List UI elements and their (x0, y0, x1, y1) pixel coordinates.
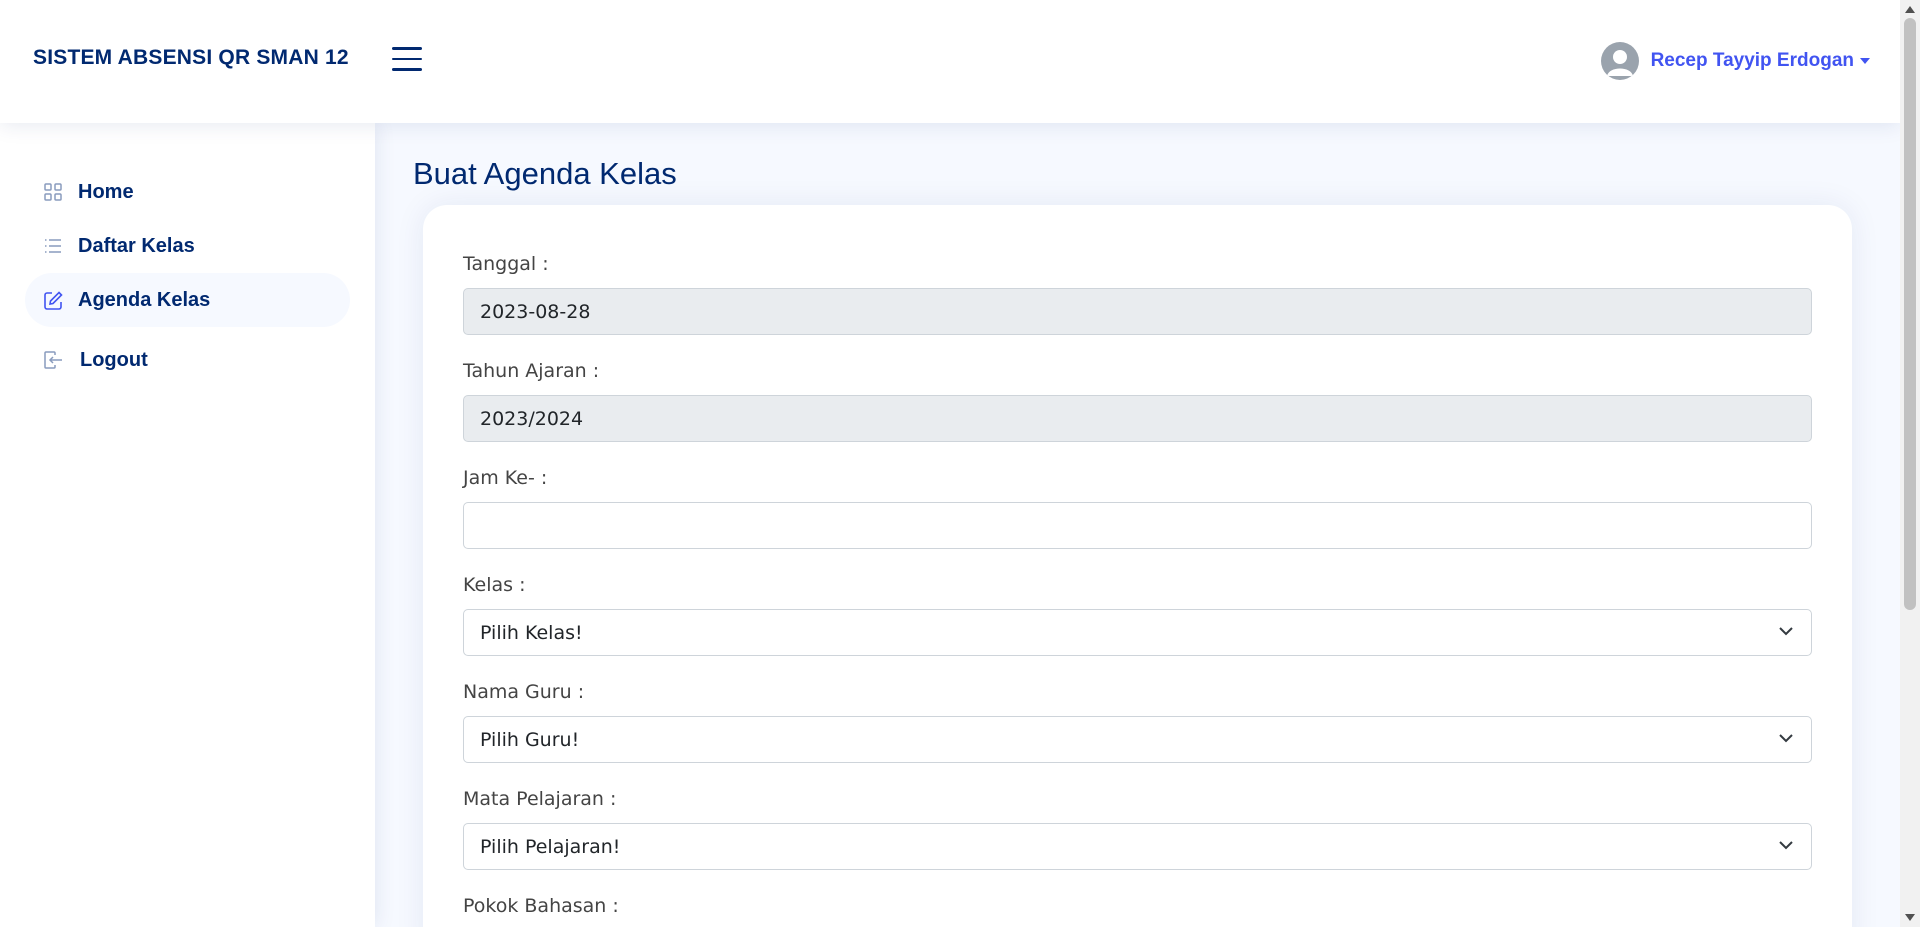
tahun-ajaran-input[interactable]: 2023/2024 (463, 395, 1812, 442)
page-scrollbar[interactable] (1900, 0, 1920, 927)
profile-name-wrapper[interactable]: Recep Tayyip Erdogan (1651, 50, 1870, 72)
field-nama-guru: Nama Guru : Pilih Guru! (463, 681, 1812, 763)
sidebar-item-agenda-kelas[interactable]: Agenda Kelas (25, 273, 350, 327)
list-icon (43, 236, 63, 256)
sidebar-item-label: Logout (80, 348, 148, 371)
edit-icon (43, 290, 63, 310)
scroll-up-arrow-icon[interactable] (1905, 6, 1915, 13)
field-tahun-ajaran: Tahun Ajaran : 2023/2024 (463, 360, 1812, 442)
chevron-down-icon (1779, 627, 1793, 636)
form-card: Tanggal : 2023-08-28 Tahun Ajaran : 2023… (423, 205, 1852, 927)
kelas-selected-value: Pilih Kelas! (480, 621, 583, 644)
sidebar-item-daftar-kelas[interactable]: Daftar Kelas (25, 219, 350, 273)
field-mata-pelajaran: Mata Pelajaran : Pilih Pelajaran! (463, 788, 1812, 870)
chevron-down-icon (1779, 734, 1793, 743)
mata-pelajaran-select[interactable]: Pilih Pelajaran! (463, 823, 1812, 870)
field-kelas: Kelas : Pilih Kelas! (463, 574, 1812, 656)
top-header: SISTEM ABSENSI QR SMAN 12 Recep Tayyip E… (0, 0, 1900, 123)
sidebar-item-logout[interactable]: Logout (25, 333, 350, 387)
nama-guru-select[interactable]: Pilih Guru! (463, 716, 1812, 763)
hamburger-icon[interactable] (392, 47, 422, 75)
tanggal-value: 2023-08-28 (480, 300, 591, 323)
logout-icon (43, 350, 63, 370)
profile-dropdown[interactable]: Recep Tayyip Erdogan (1600, 42, 1870, 80)
sidebar-item-label: Home (78, 180, 134, 203)
sidebar: Home Daftar Kelas Agenda Kelas Logout (0, 123, 375, 927)
grid-icon (43, 182, 63, 202)
sidebar-item-label: Agenda Kelas (78, 288, 211, 311)
brand-title[interactable]: SISTEM ABSENSI QR SMAN 12 (33, 46, 349, 70)
mata-pelajaran-label: Mata Pelajaran : (463, 788, 617, 810)
tahun-ajaran-label: Tahun Ajaran : (463, 360, 600, 382)
caret-down-icon (1860, 58, 1870, 64)
scroll-down-arrow-icon[interactable] (1905, 914, 1915, 921)
tanggal-label: Tanggal : (463, 253, 549, 275)
sidebar-item-home[interactable]: Home (25, 165, 350, 219)
jam-ke-label: Jam Ke- : (463, 467, 548, 489)
tahun-ajaran-value: 2023/2024 (480, 407, 584, 430)
field-jam-ke: Jam Ke- : (463, 467, 1812, 549)
user-name: Recep Tayyip Erdogan (1650, 50, 1854, 71)
tanggal-input[interactable]: 2023-08-28 (463, 288, 1812, 335)
kelas-label: Kelas : (463, 574, 526, 596)
kelas-select[interactable]: Pilih Kelas! (463, 609, 1812, 656)
pokok-bahasan-label: Pokok Bahasan : (463, 895, 619, 917)
field-pokok-bahasan: Pokok Bahasan : (463, 895, 1812, 927)
user-avatar-icon (1600, 42, 1639, 80)
scrollbar-thumb[interactable] (1904, 18, 1916, 610)
field-tanggal: Tanggal : 2023-08-28 (463, 253, 1812, 335)
sidebar-item-label: Daftar Kelas (78, 234, 195, 257)
page-title: Buat Agenda Kelas (413, 156, 677, 191)
nama-guru-label: Nama Guru : (463, 681, 585, 703)
mata-pelajaran-selected-value: Pilih Pelajaran! (480, 835, 621, 858)
jam-ke-input[interactable] (463, 502, 1812, 549)
main-content: Buat Agenda Kelas Tanggal : 2023-08-28 T… (375, 123, 1900, 927)
chevron-down-icon (1779, 841, 1793, 850)
nama-guru-selected-value: Pilih Guru! (480, 728, 580, 751)
